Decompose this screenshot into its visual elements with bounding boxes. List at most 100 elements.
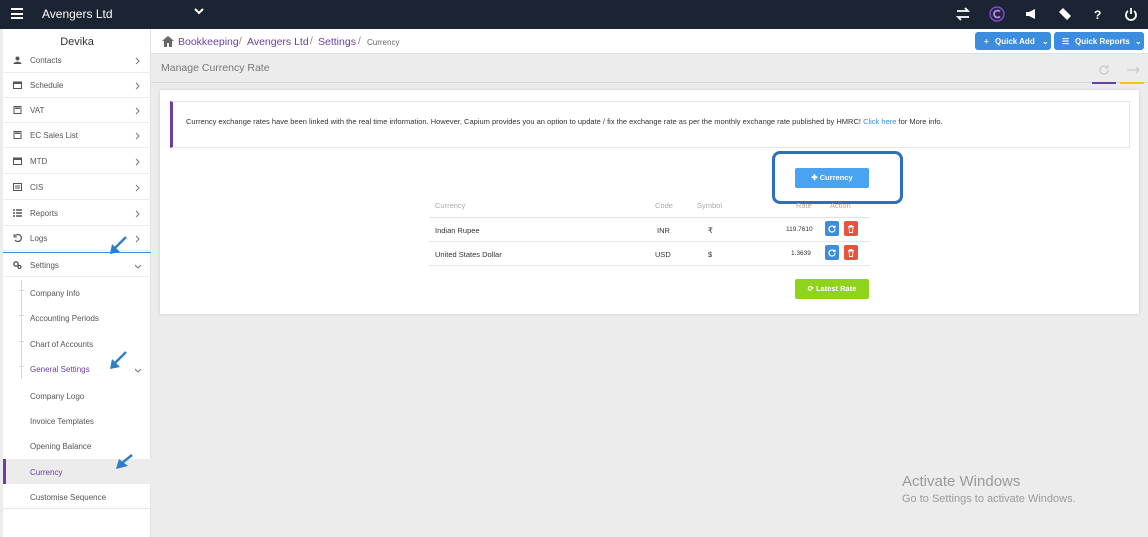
activate-windows-watermark: Activate Windows Go to Settings to activ… [902,473,1076,505]
table-row: United States Dollar USD $ 1.3639 [429,242,870,266]
col-header-symbol: Symbol [697,201,723,210]
chevron-right-icon [135,235,140,243]
refresh-icon: ⟳ [807,284,816,293]
calculator-icon [13,106,22,114]
tab-indicator [1120,82,1144,84]
table-row: Indian Rupee INR ₹ 119.7610 [429,218,870,242]
sidebar-item-label: Logs [30,234,48,243]
sidebar-subitem-general-settings[interactable]: General Settings [3,356,151,381]
title-divider [151,82,1148,83]
expand-icon[interactable] [1126,64,1140,76]
tab-indicator [1092,82,1116,84]
chevron-right-icon [135,158,140,166]
cell-currency: United States Dollar [435,250,502,259]
col-header-action: Action [830,201,851,210]
breadcrumb-settings[interactable]: Settings [318,36,356,48]
delete-button[interactable] [844,245,858,260]
breadcrumb-bookkeeping[interactable]: Bookkeeping [178,36,239,48]
cell-code: USD [655,250,671,259]
quick-add-button[interactable]: + Quick Add ⌄ [975,32,1051,50]
cell-code: INR [657,226,670,235]
breadcrumb-current: Currency [367,38,400,47]
refresh-icon [828,249,836,257]
chevron-down-icon: ⌄ [1135,37,1142,46]
announcement-icon[interactable] [1024,7,1038,21]
user-name: Devika [60,36,94,48]
sidebar-subitem-company-info[interactable]: Company Info [3,280,151,305]
top-bar: Avengers Ltd ? [0,0,1148,29]
sidebar-item-label: CIS [30,183,44,192]
col-header-currency: Currency [435,201,466,210]
chevron-right-icon [135,184,140,192]
sidebar-subitem-customise-sequence[interactable]: Customise Sequence [3,484,151,509]
hamburger-menu-icon[interactable] [11,8,23,19]
sidebar-item-ec-sales-list[interactable]: EC Sales List [3,123,151,148]
sidebar-item-reports[interactable]: Reports [3,201,151,226]
notice-text: Currency exchange rates have been linked… [186,117,861,126]
refresh-icon [828,225,836,233]
gears-icon [13,261,22,269]
col-header-code: Code [655,201,673,210]
sidebar-subitem-invoice-templates[interactable]: Invoice Templates [3,408,151,433]
sidebar-item-label: EC Sales List [30,131,79,140]
sidebar-item-logs[interactable]: Logs [3,226,151,251]
svg-text:?: ? [1094,8,1101,21]
chevron-down-icon [135,264,141,269]
delete-button[interactable] [844,221,858,236]
sidebar-item-label: MTD [30,157,48,166]
update-rate-button[interactable] [825,245,839,260]
sidebar-subitem-company-logo[interactable]: Company Logo [3,383,151,408]
sidebar-item-label: Reports [30,209,59,218]
notice-tail: for More info. [898,117,943,126]
annotation-arrow-icon [110,351,127,369]
sidebar-item-vat[interactable]: VAT [3,98,151,123]
latest-rate-button[interactable]: ⟳ Latest Rate [795,279,869,299]
cell-rate: 1.3639 [791,250,811,257]
company-name[interactable]: Avengers Ltd [42,7,113,21]
switch-icon[interactable] [956,7,970,21]
plus-icon: + [984,37,989,46]
notice-link[interactable]: Click here [863,117,896,126]
sidebar-item-label: Settings [30,261,59,270]
chevron-right-icon [135,57,140,65]
sidebar-subitem-accounting-periods[interactable]: Accounting Periods [3,305,151,330]
annotation-arrow-icon [116,454,133,469]
chevron-down-icon [135,368,141,373]
list-icon [13,209,22,217]
refresh-icon[interactable] [1098,64,1110,76]
sidebar-item-contacts[interactable]: Contacts [3,48,151,73]
ticket-icon[interactable] [1058,7,1072,21]
chevron-right-icon [135,210,140,218]
sidebar-item-mtd[interactable]: MTD [3,149,151,174]
quick-reports-button[interactable]: ☰ Quick Reports ⌄ [1054,32,1144,50]
cell-symbol: ₹ [708,226,713,235]
breadcrumb-company[interactable]: Avengers Ltd [247,36,309,48]
sidebar-item-settings[interactable]: Settings [3,252,151,277]
chevron-down-icon: ⌄ [1042,37,1049,46]
cell-symbol: $ [708,250,713,259]
update-rate-button[interactable] [825,221,839,236]
page-title: Manage Currency Rate [161,62,270,74]
power-icon[interactable] [1124,7,1138,21]
active-indicator [3,459,6,484]
sidebar-subitem-chart-of-accounts[interactable]: Chart of Accounts [3,331,151,356]
home-icon[interactable] [162,36,174,47]
plus-icon: ✚ [811,173,820,182]
help-icon[interactable]: ? [1091,7,1105,21]
chevron-down-icon[interactable] [194,6,204,16]
sidebar-item-cis[interactable]: CIS [3,175,151,200]
list-icon: ☰ [1062,37,1070,46]
contacts-icon [13,56,22,64]
capium-logo-icon[interactable] [989,6,1005,22]
annotation-arrow-icon [110,236,127,254]
calendar-icon [13,157,22,165]
chevron-right-icon [135,132,140,140]
history-icon [13,234,22,242]
cell-currency: Indian Rupee [435,226,480,235]
info-notice: Currency exchange rates have been linked… [170,101,1130,148]
add-currency-button[interactable]: ✚ Currency [795,168,869,188]
breadcrumb: Bookkeeping / Avengers Ltd / Settings / … [151,29,1148,54]
sidebar-item-schedule[interactable]: Schedule [3,73,151,98]
chevron-right-icon [135,107,140,115]
sidebar-item-label: VAT [30,106,45,115]
